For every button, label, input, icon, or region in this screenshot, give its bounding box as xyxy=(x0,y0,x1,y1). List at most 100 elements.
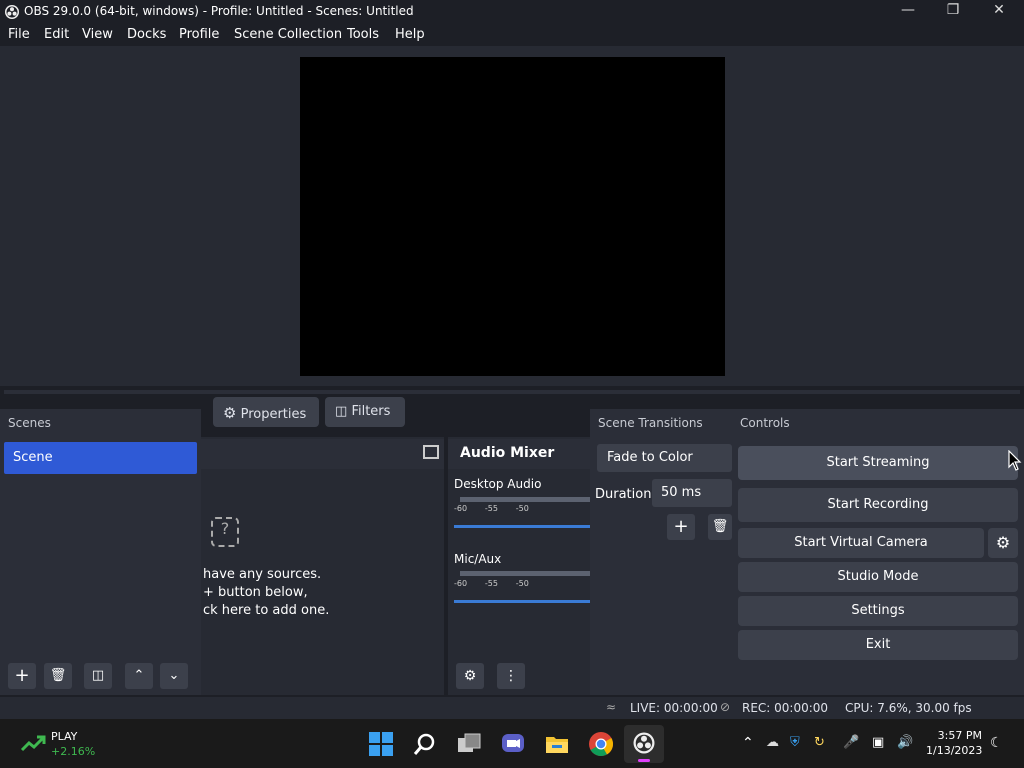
menu-tools[interactable]: Tools xyxy=(347,27,379,42)
stock-name: PLAY xyxy=(51,730,78,743)
audio-mixer-dock: Audio Mixer Desktop Audio -60 -55 -50 Mi… xyxy=(448,437,590,695)
scenes-dock: Scenes Scene xyxy=(0,409,201,695)
task-view-icon[interactable] xyxy=(456,731,482,757)
clock[interactable]: 3:57 PM 1/13/2023 xyxy=(926,729,982,757)
windows-start-icon[interactable] xyxy=(368,731,394,757)
status-bar: ≈ LIVE: 00:00:00 ⊘ REC: 00:00:00 CPU: 7.… xyxy=(0,697,1024,719)
menu-view[interactable]: View xyxy=(82,27,113,42)
cpu-fps: CPU: 7.6%, 30.00 fps xyxy=(845,701,972,715)
filters-button[interactable]: ◫ Filters xyxy=(325,397,405,427)
tray-overflow-icon[interactable]: ⌃ xyxy=(742,735,754,751)
search-icon[interactable] xyxy=(412,731,438,757)
desktop-audio-ticks: -60 -55 -50 xyxy=(454,504,529,513)
close-icon[interactable]: ✕ xyxy=(985,2,1013,22)
menu-file[interactable]: File xyxy=(8,27,30,42)
stock-trend-up-icon xyxy=(20,735,46,752)
menu-help[interactable]: Help xyxy=(395,27,425,42)
obs-logo-icon xyxy=(5,5,19,19)
gear-icon: ⚙ xyxy=(223,404,237,422)
scene-list-item[interactable]: Scene xyxy=(4,442,197,474)
exit-button[interactable]: Exit xyxy=(738,630,1018,660)
clock-date: 1/13/2023 xyxy=(926,744,983,757)
transition-select[interactable]: Fade to Color xyxy=(597,444,732,472)
add-transition-button[interactable]: + xyxy=(667,514,695,540)
live-timer: LIVE: 00:00:00 xyxy=(630,701,718,715)
shield-icon[interactable]: ⛨ xyxy=(790,735,800,750)
kebab-menu-icon: ⋮ xyxy=(504,668,518,684)
controls-dock: Controls Start Streaming Start Recording… xyxy=(732,409,1024,695)
title-bar: OBS 29.0.0 (64-bit, windows) - Profile: … xyxy=(0,0,1024,24)
chrome-icon[interactable] xyxy=(588,731,614,757)
desktop-audio-label: Desktop Audio xyxy=(454,477,542,491)
menu-edit[interactable]: Edit xyxy=(44,27,69,42)
move-scene-up-button[interactable]: ⌃ xyxy=(125,663,153,689)
scene-transitions-header: Scene Transitions xyxy=(598,416,703,430)
scene-transitions-dock: Scene Transitions Fade to Color Duration… xyxy=(590,409,732,695)
audio-settings-button[interactable]: ⚙ xyxy=(456,663,484,689)
program-preview[interactable] xyxy=(300,57,725,376)
start-virtual-camera-button[interactable]: Start Virtual Camera xyxy=(738,528,984,558)
question-icon: ? xyxy=(211,517,239,547)
sources-empty-message[interactable]: have any sources. + button below, ck her… xyxy=(203,566,329,620)
clock-time: 3:57 PM xyxy=(937,729,982,742)
filter-icon: ◫ xyxy=(91,668,105,683)
gears-icon: ⚙ xyxy=(463,668,477,684)
sync-icon[interactable]: ↻ xyxy=(814,735,825,750)
focus-moon-icon[interactable]: ☾ xyxy=(990,735,1003,751)
chat-icon[interactable] xyxy=(500,731,526,757)
trash-icon: 🗑 xyxy=(711,519,729,534)
mic-aux-ticks: -60 -55 -50 xyxy=(454,579,529,588)
restore-icon[interactable]: ❐ xyxy=(939,2,967,22)
file-explorer-icon[interactable] xyxy=(544,731,570,757)
remove-transition-button[interactable]: 🗑 xyxy=(708,514,732,540)
duration-label: Duration xyxy=(595,487,652,502)
mic-aux-label: Mic/Aux xyxy=(454,552,502,566)
sources-dock: ? have any sources. + button below, ck h… xyxy=(201,437,444,695)
menu-profile[interactable]: Profile xyxy=(179,27,219,42)
remove-scene-button[interactable]: 🗑 xyxy=(44,663,72,689)
obs-taskbar-button[interactable] xyxy=(624,725,664,763)
stock-change: +2.16% xyxy=(51,745,96,758)
scene-filters-button[interactable]: ◫ xyxy=(84,663,112,689)
gear-icon: ⚙ xyxy=(995,533,1011,552)
undock-icon[interactable] xyxy=(423,445,439,459)
plus-icon: + xyxy=(673,516,689,537)
audio-mixer-header: Audio Mixer xyxy=(460,445,555,461)
trash-icon: 🗑 xyxy=(49,668,67,683)
menu-docks[interactable]: Docks xyxy=(127,27,166,42)
scenes-header: Scenes xyxy=(8,416,51,430)
virtual-camera-settings-button[interactable]: ⚙ xyxy=(988,528,1018,558)
sources-header xyxy=(201,439,444,469)
start-streaming-button[interactable]: Start Streaming xyxy=(738,446,1018,480)
desktop-audio-meter xyxy=(460,497,590,502)
network-icon[interactable]: ▣ xyxy=(872,735,884,750)
microphone-icon[interactable]: 🎤 xyxy=(843,735,859,750)
move-scene-down-button[interactable]: ⌄ xyxy=(160,663,188,689)
settings-button[interactable]: Settings xyxy=(738,596,1018,626)
splitter[interactable] xyxy=(4,390,1020,394)
duration-input[interactable]: 50 ms xyxy=(652,479,732,507)
rec-icon: ⊘ xyxy=(720,700,731,714)
mic-aux-meter xyxy=(460,571,590,576)
start-recording-button[interactable]: Start Recording xyxy=(738,488,1018,522)
chevron-down-icon: ⌄ xyxy=(168,668,180,683)
plus-icon: + xyxy=(14,665,30,686)
stock-widget[interactable]: PLAY +2.16% xyxy=(51,730,95,758)
live-icon: ≈ xyxy=(606,700,617,714)
volume-icon[interactable]: 🔊 xyxy=(897,735,913,750)
audio-menu-button[interactable]: ⋮ xyxy=(497,663,525,689)
minimize-icon[interactable]: — xyxy=(894,2,922,22)
chevron-up-icon: ⌃ xyxy=(133,668,145,683)
menu-bar: File Edit View Docks Profile Scene Colle… xyxy=(0,24,1024,46)
studio-mode-button[interactable]: Studio Mode xyxy=(738,562,1018,592)
desktop-audio-volume-slider[interactable] xyxy=(454,525,590,528)
properties-button[interactable]: ⚙ Properties xyxy=(213,397,319,427)
controls-header: Controls xyxy=(740,416,790,430)
mic-aux-volume-slider[interactable] xyxy=(454,600,590,603)
menu-scene-collection[interactable]: Scene Collection xyxy=(234,27,342,42)
cloud-icon[interactable]: ☁ xyxy=(766,735,779,750)
window-title: OBS 29.0.0 (64-bit, windows) - Profile: … xyxy=(24,4,414,18)
filter-icon: ◫ xyxy=(335,404,348,419)
rec-timer: REC: 00:00:00 xyxy=(742,701,829,715)
add-scene-button[interactable]: + xyxy=(8,663,36,689)
